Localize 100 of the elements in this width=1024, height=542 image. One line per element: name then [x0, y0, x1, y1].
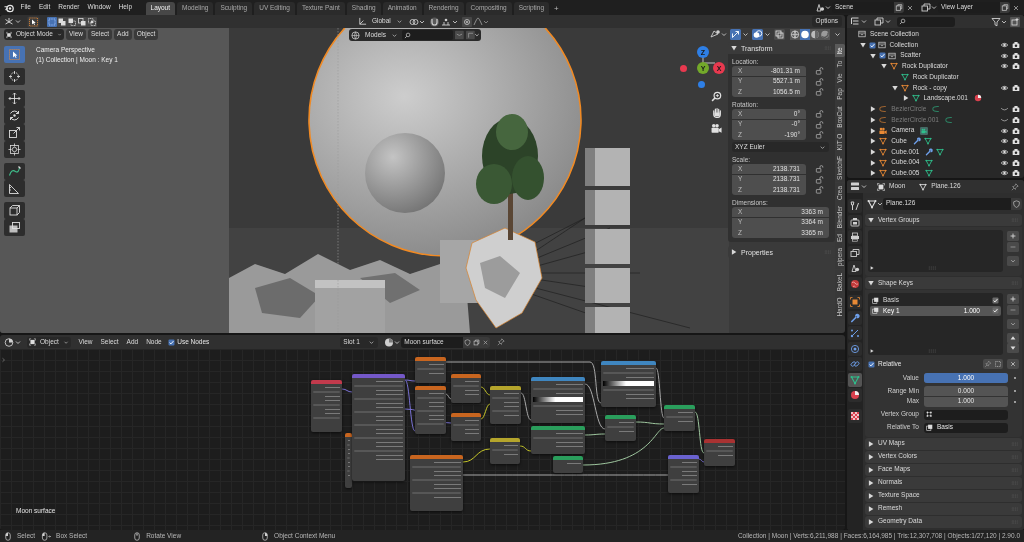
chevron-down-icon[interactable] [1007, 319, 1019, 329]
axes-tripod-icon[interactable] [4, 16, 21, 27]
minus-icon[interactable] [1007, 304, 1019, 315]
corner-icon[interactable] [465, 30, 479, 40]
target-circle-icon[interactable] [461, 16, 472, 27]
camera-icon[interactable] [1012, 137, 1020, 146]
wrench-icon[interactable] [912, 137, 921, 146]
shader-node[interactable] [531, 426, 585, 454]
dot-icon[interactable] [1012, 375, 1018, 381]
squares-intersect-icon[interactable] [87, 16, 97, 27]
caret-right-icon[interactable] [868, 453, 874, 460]
dashed-frame-icon[interactable] [993, 359, 1003, 369]
chevron-down-icon[interactable] [1007, 256, 1019, 266]
double-ring-icon[interactable] [408, 16, 425, 27]
shader-node[interactable] [415, 357, 446, 383]
caret-right-icon[interactable] [870, 349, 874, 353]
eye-icon[interactable] [1000, 51, 1009, 60]
triangle-dot-icon[interactable] [710, 29, 727, 40]
caret-right-icon[interactable] [870, 116, 877, 123]
add-workspace-button[interactable]: + [551, 2, 562, 15]
layers-icon[interactable] [874, 16, 891, 27]
wrench-icon[interactable] [925, 147, 934, 156]
open-lock-icon[interactable] [815, 119, 824, 130]
ring-dot-icon[interactable] [848, 341, 862, 356]
shader-node[interactable] [410, 455, 463, 511]
caret-down-icon[interactable] [868, 280, 874, 286]
shader-node[interactable] [605, 415, 636, 441]
movie-camera-icon[interactable] [711, 123, 722, 134]
layers-icon[interactable] [920, 2, 937, 13]
caret-down-icon[interactable] [881, 63, 887, 70]
eye-icon[interactable] [1000, 137, 1009, 146]
checkbox-icon[interactable] [992, 307, 999, 315]
dots-line-icon[interactable] [848, 326, 862, 340]
open-lock-icon[interactable] [815, 66, 824, 76]
caret-down-icon[interactable] [870, 52, 877, 59]
pin-icon[interactable] [497, 338, 506, 346]
filter-icon[interactable] [991, 16, 1007, 27]
overlapping-squares-icon[interactable] [774, 29, 785, 40]
dot-icon[interactable] [1012, 398, 1018, 405]
caret-right-icon[interactable] [870, 138, 877, 145]
box-plus-icon[interactable] [1010, 16, 1020, 27]
open-lock-icon[interactable] [815, 164, 824, 174]
caret-right-icon[interactable] [870, 127, 877, 134]
camera-icon[interactable] [1012, 169, 1020, 178]
camera-icon[interactable] [1012, 147, 1020, 156]
material-sphere-icon[interactable] [384, 336, 401, 348]
shader-node[interactable] [664, 405, 695, 431]
tools-icon[interactable] [848, 199, 862, 213]
hand-icon[interactable] [711, 107, 722, 118]
copy-icon[interactable] [472, 336, 482, 348]
triangle-up-icon[interactable] [1007, 332, 1019, 343]
shader-node[interactable] [451, 413, 481, 441]
shader-node[interactable] [451, 374, 481, 403]
open-lock-icon[interactable] [815, 109, 824, 119]
overlapping-circles-icon[interactable] [752, 29, 771, 40]
select-box-icon[interactable] [27, 15, 40, 28]
camera-back-icon[interactable] [848, 214, 862, 229]
sphere-icon[interactable] [973, 94, 982, 103]
minus-icon[interactable] [1007, 241, 1019, 252]
triangle-mesh-icon[interactable] [848, 372, 862, 387]
camera-icon[interactable] [1012, 41, 1020, 50]
plus-icon[interactable] [1007, 294, 1019, 304]
wire-sphere-icon[interactable] [790, 29, 800, 40]
triangle-mesh-icon[interactable] [936, 147, 945, 156]
caret-right-icon[interactable] [870, 159, 877, 166]
pen-curve-icon[interactable] [4, 163, 25, 180]
shader-node[interactable] [668, 455, 699, 493]
checkbox-icon[interactable] [992, 296, 999, 304]
copy-icon[interactable] [894, 2, 904, 13]
eye-icon[interactable] [1000, 147, 1009, 156]
eye-icon[interactable] [1000, 83, 1009, 92]
solid-sphere-icon[interactable] [800, 29, 810, 40]
caret-right-icon[interactable] [870, 266, 874, 270]
triangle-down-icon[interactable] [1007, 343, 1019, 353]
ruler-angle-icon[interactable] [4, 180, 25, 197]
triangle-mesh-icon[interactable] [925, 158, 934, 167]
dot-above-bar-icon[interactable] [440, 16, 458, 27]
checkbox-icon[interactable] [868, 41, 876, 49]
rendered-sphere-icon[interactable] [820, 29, 830, 40]
checker-icon[interactable] [848, 408, 862, 423]
box-extrude-icon[interactable] [4, 219, 25, 236]
caret-down-icon[interactable] [731, 45, 737, 51]
dot-icon[interactable] [1012, 388, 1018, 394]
eye-icon[interactable] [1000, 158, 1009, 167]
shield-icon[interactable] [463, 336, 473, 348]
zoom-icon[interactable] [711, 91, 722, 102]
circular-arrows-icon[interactable] [4, 107, 25, 124]
pie-circle-icon[interactable] [4, 336, 21, 348]
close-icon[interactable] [1007, 359, 1019, 369]
pin-icon[interactable] [1011, 182, 1019, 191]
eye-icon[interactable] [1000, 126, 1009, 135]
sphere-icon[interactable] [848, 388, 862, 402]
bell-curve-icon[interactable] [472, 16, 489, 27]
wrench-icon[interactable] [848, 310, 862, 325]
shader-node[interactable] [553, 456, 583, 473]
shader-node[interactable] [704, 439, 735, 466]
eye-icon[interactable] [1000, 169, 1009, 178]
eye-icon[interactable] [1000, 41, 1009, 50]
dashed-square-icon[interactable] [47, 16, 57, 27]
diagonal-arrow-icon[interactable] [730, 29, 749, 40]
